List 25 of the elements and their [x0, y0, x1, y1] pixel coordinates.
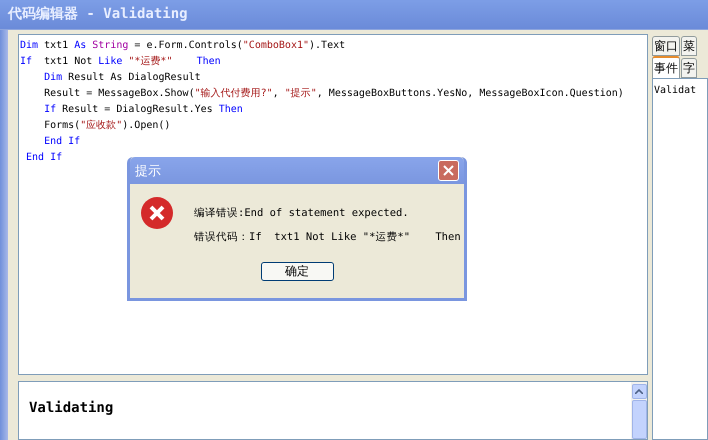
- code-line: Forms("应收款").Open(): [43, 118, 170, 133]
- close-button[interactable]: [438, 160, 459, 181]
- error-code: 错误代码：If txt1 Not Like "*运费*" Then: [194, 230, 461, 245]
- code-line: End If: [25, 151, 62, 165]
- code-line: If Result = DialogResult.Yes Then: [43, 103, 243, 117]
- help-title: Validating: [29, 399, 114, 418]
- window-title: 代码编辑器 - Validating: [8, 5, 188, 24]
- tab[interactable]: 事件: [652, 56, 680, 78]
- scrollbar[interactable]: [631, 382, 647, 439]
- code-line: Dim txt1 As String = e.Form.Controls("ComboBox1").Text: [20, 39, 346, 53]
- close-icon: [443, 165, 454, 176]
- dialog-title: 提示: [135, 162, 161, 180]
- code-line: Dim Result As DialogResult: [43, 71, 201, 85]
- tab[interactable]: 菜: [681, 36, 697, 56]
- scroll-thumb[interactable]: [632, 400, 646, 439]
- code-line: Result = MessageBox.Show("输入代付费用?", "提示", MessageBoxButtons.YesNo, MessageBoxIcon.Question): [43, 86, 624, 101]
- list-item[interactable]: Validat: [654, 83, 696, 98]
- ok-button[interactable]: 确定: [260, 262, 334, 280]
- code-line: End If: [43, 135, 80, 149]
- tab[interactable]: 窗口: [652, 36, 680, 56]
- error-message: 编译错误:End of statement expected.: [194, 206, 409, 221]
- tab[interactable]: 字: [681, 58, 697, 78]
- code-line: If txt1 Not Like "*运费*" Then: [20, 54, 221, 69]
- error-icon: [140, 196, 174, 230]
- scroll-up-icon[interactable]: [632, 384, 646, 399]
